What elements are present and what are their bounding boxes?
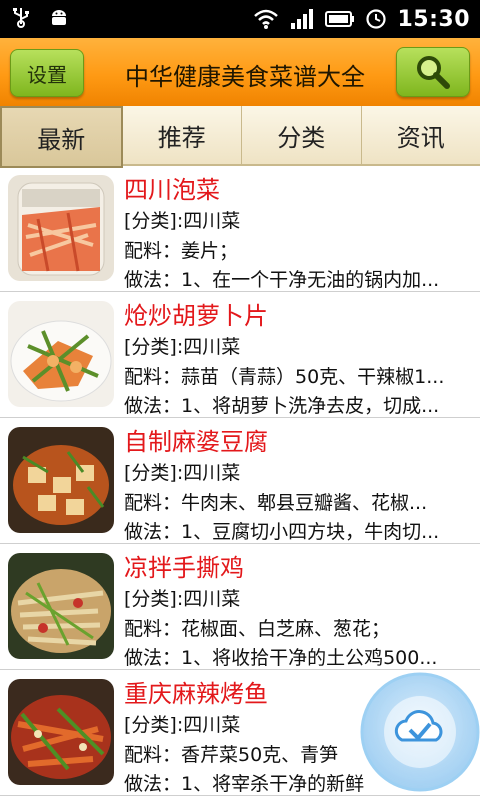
wifi-icon — [253, 8, 279, 30]
usb-icon — [10, 6, 32, 28]
tab-bar: 最新 推荐 分类 资讯 — [0, 106, 480, 166]
recipe-category: [分类]:四川菜 — [124, 458, 472, 485]
status-bar: 15:30 — [0, 0, 480, 38]
recipe-ingredients: 配料：姜片； — [124, 236, 472, 263]
recipe-title: 凉拌手撕鸡 — [124, 548, 244, 583]
recipe-category: [分类]:四川菜 — [124, 584, 472, 611]
search-button[interactable] — [396, 47, 470, 97]
clock: 15:30 — [397, 7, 470, 32]
recipe-thumbnail — [8, 553, 114, 659]
recipe-item[interactable]: 凉拌手撕鸡 [分类]:四川菜 配料：花椒面、白芝麻、葱花； 做法：1、将收拾干净… — [0, 544, 480, 670]
recipe-title: 炝炒胡萝卜片 — [124, 296, 268, 331]
tab-news[interactable]: 资讯 — [362, 106, 480, 166]
recipe-thumbnail — [8, 301, 114, 407]
recipe-item[interactable]: 自制麻婆豆腐 [分类]:四川菜 配料：牛肉末、郫县豆瓣酱、花椒... 做法：1、… — [0, 418, 480, 544]
recipe-title: 四川泡菜 — [124, 170, 220, 205]
recipe-category: [分类]:四川菜 — [124, 206, 472, 233]
search-icon — [413, 53, 453, 91]
recipe-item[interactable]: 四川泡菜 [分类]:四川菜 配料：姜片； 做法：1、在一个干净无油的锅内加... — [0, 166, 480, 292]
recipe-ingredients: 配料：蒜苗（青蒜）50克、干辣椒1... — [124, 362, 472, 389]
recipe-ingredients: 配料：花椒面、白芝麻、葱花； — [124, 614, 472, 641]
app-title: 中华健康美食菜谱大全 — [110, 57, 380, 92]
recipe-method: 做法：1、将胡萝卜洗净去皮，切成... — [124, 391, 472, 418]
recipe-thumbnail — [8, 679, 114, 785]
tab-recommended[interactable]: 推荐 — [123, 106, 243, 166]
android-icon — [48, 6, 70, 28]
tab-categories[interactable]: 分类 — [242, 106, 362, 166]
recipe-thumbnail — [8, 427, 114, 533]
recipe-item[interactable]: 炝炒胡萝卜片 [分类]:四川菜 配料：蒜苗（青蒜）50克、干辣椒1... 做法：… — [0, 292, 480, 418]
signal-icon — [289, 8, 315, 30]
recipe-method: 做法：1、豆腐切小四方块，牛肉切... — [124, 517, 472, 544]
recipe-title: 重庆麻辣烤鱼 — [124, 674, 268, 709]
app-store-watermark — [352, 660, 480, 800]
recipe-method: 做法：1、在一个干净无油的锅内加... — [124, 265, 472, 292]
recipe-ingredients: 配料：牛肉末、郫县豆瓣酱、花椒... — [124, 488, 472, 515]
recipe-title: 自制麻婆豆腐 — [124, 422, 268, 457]
recipe-thumbnail — [8, 175, 114, 281]
alarm-icon — [365, 8, 387, 30]
battery-icon — [325, 8, 355, 30]
tab-latest[interactable]: 最新 — [0, 106, 123, 168]
recipe-category: [分类]:四川菜 — [124, 332, 472, 359]
settings-button[interactable]: 设置 — [10, 49, 84, 97]
title-bar: 设置 中华健康美食菜谱大全 — [0, 38, 480, 106]
